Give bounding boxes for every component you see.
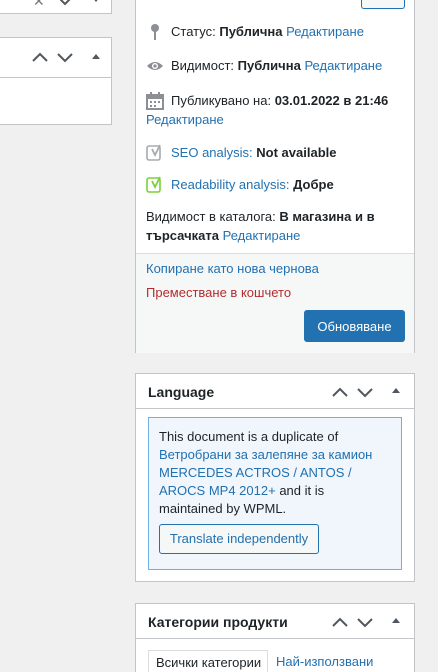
move-up-icon[interactable]	[32, 51, 48, 66]
published-row: Публикувано на: 03.01.2022 в 21:46 Редак…	[146, 91, 406, 129]
original-document-link[interactable]: Ветробрани за залепяне за камион MERCEDE…	[159, 447, 372, 498]
readability-analysis-link[interactable]: Readability analysis:	[171, 177, 290, 192]
status-row: Статус: Публична Редактиране	[146, 22, 364, 41]
eye-icon	[146, 57, 164, 75]
translate-independently-button[interactable]: Translate independently	[159, 524, 319, 554]
chevron-down-icon[interactable]	[58, 0, 72, 9]
tab-all-categories[interactable]: Всички категории	[148, 650, 268, 672]
published-label: Публикувано на:	[171, 93, 272, 108]
visibility-row: Видимост: Публична Редактиране	[146, 56, 382, 75]
language-box-header: Language	[136, 374, 414, 409]
move-up-icon[interactable]	[332, 616, 348, 631]
product-categories-box: Категории продукти Всички категории Най-…	[135, 603, 415, 672]
published-edit-link[interactable]: Редактиране	[146, 110, 406, 129]
trash-link[interactable]: Преместване в кошчето	[146, 285, 291, 300]
toggle-panel-icon[interactable]	[92, 0, 100, 2]
catalog-visibility-row: Видимост в каталога: В магазина и в търс…	[146, 207, 401, 245]
calendar-icon	[146, 92, 164, 110]
categories-box-header: Категории продукти	[136, 604, 414, 639]
visibility-edit-link[interactable]: Редактиране	[304, 58, 382, 73]
publish-actions: Копиране като нова чернова Преместване в…	[136, 253, 414, 353]
language-title: Language	[148, 384, 215, 400]
visibility-value: Публична	[237, 58, 301, 73]
seo-row: SEO analysis: Not available	[146, 143, 336, 162]
update-button[interactable]: Обновяване	[304, 310, 405, 342]
left-metabox	[0, 37, 112, 125]
language-box: Language This document is a duplicate of…	[135, 373, 415, 582]
preview-button[interactable]	[361, 0, 405, 9]
move-down-icon[interactable]	[57, 51, 73, 66]
catalog-edit-link[interactable]: Редактиране	[223, 228, 301, 243]
left-metabox-header	[0, 38, 111, 78]
publish-box: Статус: Публична Редактиране Видимост: П…	[135, 0, 415, 353]
readability-value: Добре	[293, 177, 334, 192]
move-up-icon[interactable]	[332, 386, 348, 401]
yoast-readability-icon	[146, 176, 164, 194]
visibility-label: Видимост:	[171, 58, 235, 73]
seo-value: Not available	[256, 145, 337, 160]
pin-icon	[146, 23, 164, 41]
seo-analysis-link[interactable]: SEO analysis:	[171, 145, 253, 160]
catalog-label: Видимост в каталога:	[146, 209, 276, 224]
readability-row: Readability analysis: Добре	[146, 175, 334, 194]
yoast-seo-icon	[146, 144, 164, 162]
published-value: 03.01.2022 в 21:46	[274, 93, 389, 108]
status-edit-link[interactable]: Редактиране	[286, 24, 364, 39]
toggle-panel-icon[interactable]	[92, 54, 100, 59]
toggle-panel-icon[interactable]	[392, 618, 400, 623]
move-down-icon[interactable]	[357, 616, 373, 631]
status-value: Публична	[219, 24, 283, 39]
copy-draft-link[interactable]: Копиране като нова чернова	[146, 261, 319, 276]
status-label: Статус:	[171, 24, 216, 39]
categories-title: Категории продукти	[148, 614, 288, 630]
notice-prefix: This document is a duplicate of	[159, 429, 339, 444]
close-icon[interactable]: ✕	[33, 0, 45, 8]
toggle-panel-icon[interactable]	[392, 388, 400, 393]
tab-most-used[interactable]: Най-използвани	[276, 654, 373, 669]
duplicate-notice: This document is a duplicate of Ветробра…	[148, 417, 402, 570]
move-down-icon[interactable]	[357, 386, 373, 401]
left-top-panel: ✕	[0, 0, 112, 14]
